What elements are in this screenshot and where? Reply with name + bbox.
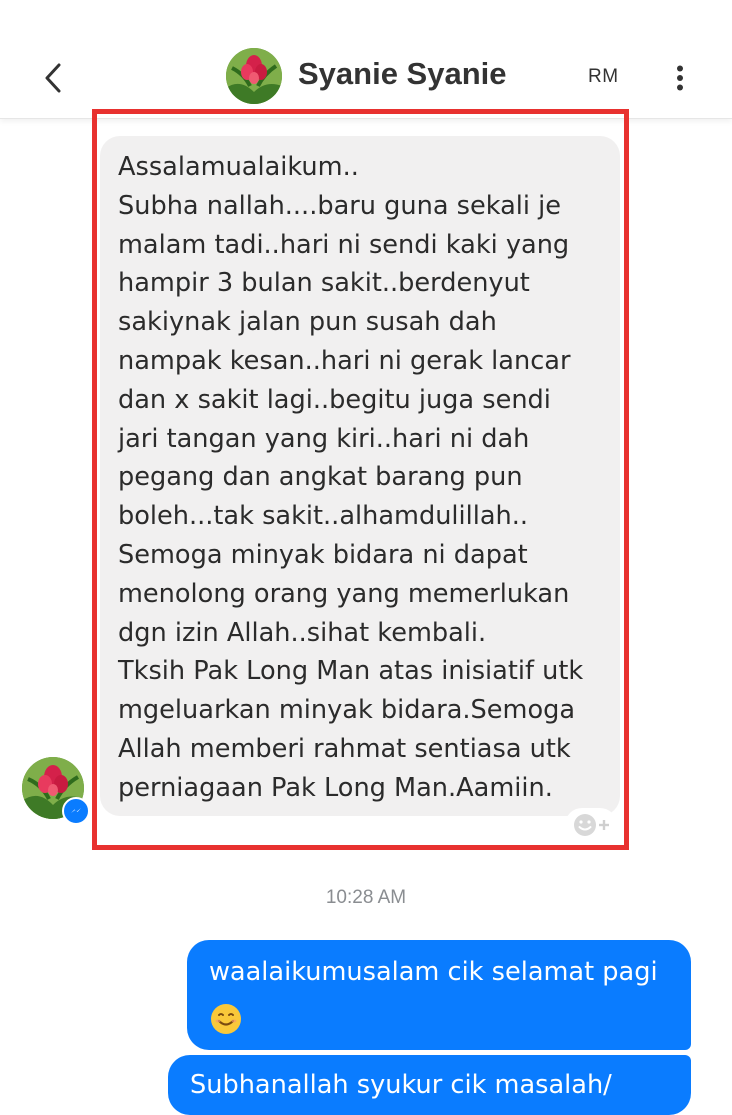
messenger-icon (71, 808, 81, 813)
back-button[interactable] (30, 52, 78, 104)
outgoing-message-text: Subhanallah syukur cik masalah/ (190, 1070, 612, 1100)
add-reaction-icon (574, 814, 609, 836)
contact-name[interactable]: Syanie Syanie (298, 56, 507, 92)
chat-header: Syanie Syanie RM (0, 0, 732, 119)
messenger-badge (62, 797, 90, 825)
smiling-face-icon (211, 1004, 241, 1034)
contact-avatar[interactable] (226, 48, 282, 104)
incoming-message-bubble[interactable]: Assalamualaikum.. Subha nallah....baru g… (100, 136, 620, 816)
add-reaction-button[interactable] (565, 808, 617, 842)
message-timestamp: 10:28 AM (325, 887, 407, 908)
vertical-dots-icon (677, 65, 683, 91)
flower-avatar-image (226, 48, 282, 104)
rm-button[interactable]: RM (588, 66, 619, 88)
incoming-message-text: Assalamualaikum.. Subha nallah....baru g… (118, 152, 584, 803)
more-options-button[interactable] (662, 58, 698, 98)
outgoing-message-bubble[interactable]: Subhanallah syukur cik masalah/ (168, 1055, 691, 1115)
outgoing-message-text: waalaikumusalam cik selamat pagi (209, 957, 658, 987)
chevron-left-icon (45, 63, 61, 93)
outgoing-message-bubble[interactable]: waalaikumusalam cik selamat pagi 😊 (187, 940, 691, 1050)
